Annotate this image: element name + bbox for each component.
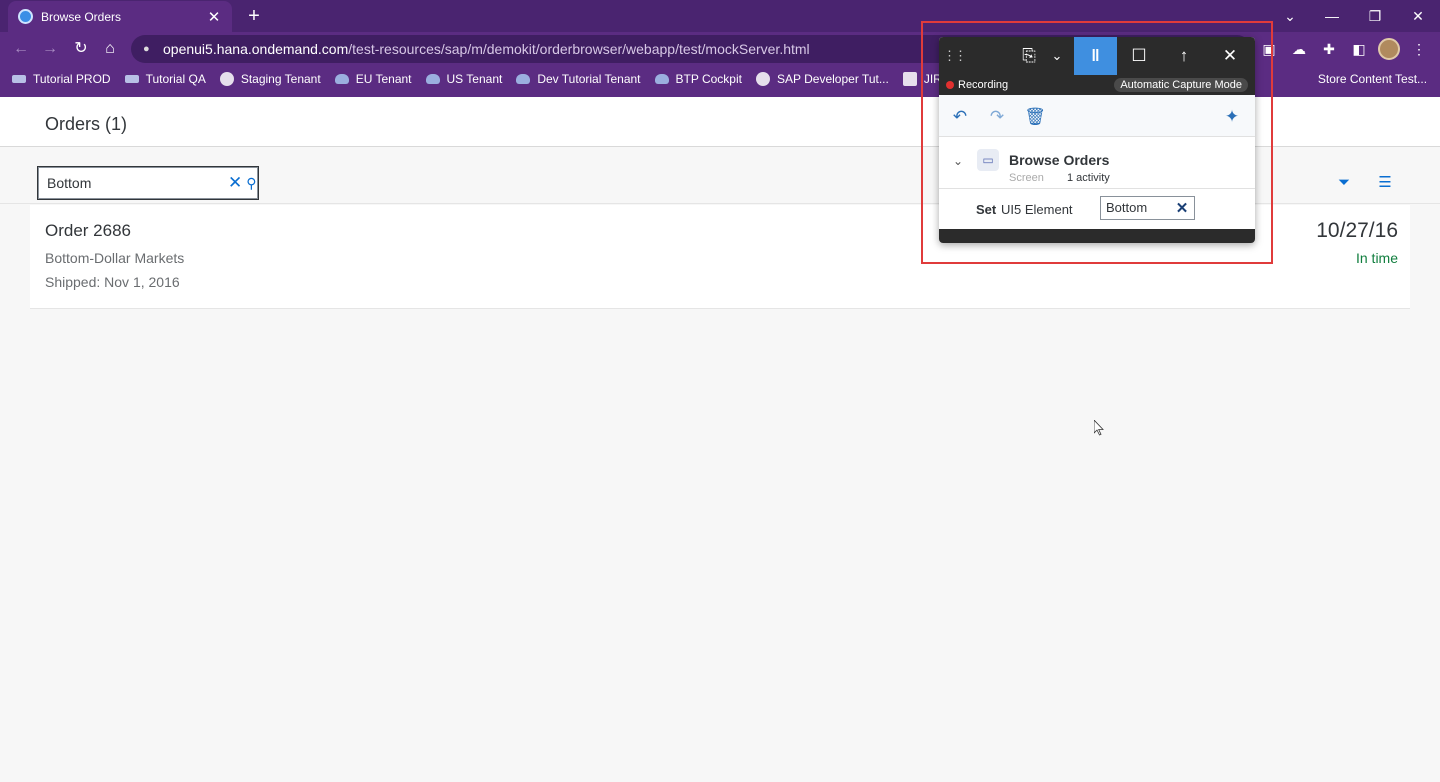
cloud-icon	[516, 74, 531, 84]
magic-wand-icon[interactable]: ✦	[1221, 106, 1243, 128]
step-verb: Set	[976, 202, 997, 217]
bookmark-item[interactable]: Staging Tenant	[219, 72, 321, 86]
bookmark-item[interactable]: Tutorial QA	[124, 72, 206, 86]
step-value: Bottom	[1106, 200, 1148, 215]
puzzle-icon[interactable]: ✚	[1318, 38, 1340, 60]
order-shipped: Shipped: Nov 1, 2016	[45, 274, 180, 290]
search-input[interactable]	[47, 175, 228, 191]
bookmark-item[interactable]: SAP Developer Tut...	[755, 72, 889, 86]
profile-avatar[interactable]	[1378, 38, 1400, 60]
bookmark-item[interactable]: Tutorial PROD	[12, 72, 111, 86]
back-arrow-icon[interactable]: ←	[10, 38, 32, 60]
lock-icon: ●	[143, 43, 150, 55]
tab-search-chevron-icon[interactable]: ⌄	[1276, 4, 1304, 28]
recorder-panel: ⋮⋮ ⎘ ⌄ ‖ ☐ ↑ ✕ Recording Automatic Captu…	[939, 37, 1255, 243]
globe-icon	[219, 72, 234, 86]
window-close-icon[interactable]: ✕	[1404, 4, 1432, 28]
recorder-status-bar: Recording Automatic Capture Mode	[939, 75, 1255, 95]
recorded-screen[interactable]: ⌄ ▭ Browse Orders Screen 1 activity	[939, 137, 1255, 189]
page-title: Orders (1)	[45, 114, 128, 134]
search-icon[interactable]: ⚲	[246, 172, 256, 194]
group-settings-icon[interactable]: ☰	[1375, 173, 1395, 193]
url-host: openui5.hana.ondemand.com	[163, 41, 349, 57]
cloud-icon	[334, 74, 349, 84]
bookmark-label: SAP Developer Tut...	[776, 72, 889, 86]
search-field[interactable]: ✕ ⚲	[37, 166, 259, 200]
activity-count: 1 activity	[1067, 172, 1110, 184]
tab-close-icon[interactable]: ✕	[206, 8, 222, 26]
jira-icon	[902, 72, 917, 86]
order-customer: Bottom-Dollar Markets	[45, 250, 185, 266]
sap-icon	[12, 75, 26, 83]
clear-icon[interactable]: ✕	[228, 172, 242, 194]
restore-icon[interactable]: ❐	[1361, 4, 1389, 28]
bookmark-label: Tutorial QA	[145, 72, 206, 86]
globe-icon	[18, 9, 33, 24]
bookmark-label: Tutorial PROD	[33, 72, 111, 86]
mouse-cursor-icon	[1094, 420, 1104, 436]
screen-name: Browse Orders	[1009, 152, 1110, 168]
home-icon[interactable]: ⌂	[99, 38, 121, 60]
drag-handle-icon[interactable]: ⋮⋮	[943, 46, 967, 66]
trash-icon[interactable]: 🗑	[1024, 106, 1046, 128]
redo-icon[interactable]: ↷	[986, 106, 1008, 128]
forward-arrow-icon[interactable]: →	[39, 38, 61, 60]
step-value-field[interactable]: Bottom ✕	[1100, 196, 1195, 220]
kebab-menu-icon[interactable]: ⋮	[1408, 38, 1430, 60]
recorder-toolbar: ⋮⋮ ⎘ ⌄ ‖ ☐ ↑ ✕	[939, 37, 1255, 75]
bookmark-label: Dev Tutorial Tenant	[537, 72, 641, 86]
bookmark-label: Staging Tenant	[240, 72, 321, 86]
tab-title: Browse Orders	[41, 9, 122, 24]
cloud-icon	[654, 74, 669, 84]
bookmark-item[interactable]: Dev Tutorial Tenant	[516, 72, 641, 86]
sap-icon	[124, 75, 139, 83]
chevron-down-icon[interactable]: ⌄	[1043, 37, 1071, 75]
capture-screen-icon[interactable]: ⎘	[1011, 37, 1047, 75]
reload-icon[interactable]: ↻	[70, 38, 92, 60]
tab-browse-orders[interactable]: Browse Orders ✕	[8, 1, 232, 32]
bookmark-item[interactable]: BTP Cockpit	[654, 72, 742, 86]
capture-mode-badge[interactable]: Automatic Capture Mode	[1114, 78, 1248, 92]
bookmark-label: US Tenant	[446, 72, 503, 86]
url-path: /test-resources/sap/m/demokit/orderbrows…	[348, 41, 810, 57]
cloud-icon	[425, 74, 440, 84]
minimize-icon[interactable]: —	[1318, 4, 1346, 28]
chevron-down-icon[interactable]: ⌄	[951, 154, 965, 168]
step-target: UI5 Element	[1001, 202, 1073, 217]
cloud-extension-icon[interactable]: ☁	[1288, 38, 1310, 60]
bookmark-item[interactable]: EU Tenant	[334, 72, 412, 86]
screen-type: Screen	[1009, 172, 1044, 184]
sidepanel-icon[interactable]: ◧	[1348, 38, 1370, 60]
order-date: 10/27/16	[1316, 219, 1398, 242]
recorded-step[interactable]: Set UI5 Element Bottom ✕	[939, 189, 1255, 229]
bookmark-label: BTP Cockpit	[675, 72, 742, 86]
bookmark-item[interactable]: Store Content Test...	[1318, 72, 1427, 86]
recorder-footer	[939, 229, 1255, 243]
bookmark-label: EU Tenant	[355, 72, 412, 86]
undo-icon[interactable]: ↶	[949, 106, 971, 128]
filter-icon[interactable]: ⏷	[1334, 173, 1354, 193]
order-status: In time	[1355, 250, 1398, 266]
stop-icon[interactable]: ☐	[1121, 37, 1157, 75]
pause-button[interactable]: ‖	[1074, 37, 1117, 75]
recorder-actions: ↶ ↷ 🗑 ✦	[939, 95, 1255, 137]
close-icon[interactable]: ✕	[1212, 37, 1248, 75]
screen-icon: ▭	[977, 149, 999, 171]
bookmark-item[interactable]: US Tenant	[425, 72, 503, 86]
globe-icon	[755, 72, 770, 86]
recording-label: Recording	[958, 79, 1009, 91]
order-name: Order 2686	[45, 221, 131, 240]
bookmark-label: Store Content Test...	[1317, 72, 1428, 86]
new-tab-button[interactable]: +	[244, 4, 264, 28]
collapse-icon[interactable]: ↑	[1166, 37, 1202, 75]
recording-dot-icon	[946, 81, 954, 89]
clear-value-icon[interactable]: ✕	[1174, 199, 1190, 217]
